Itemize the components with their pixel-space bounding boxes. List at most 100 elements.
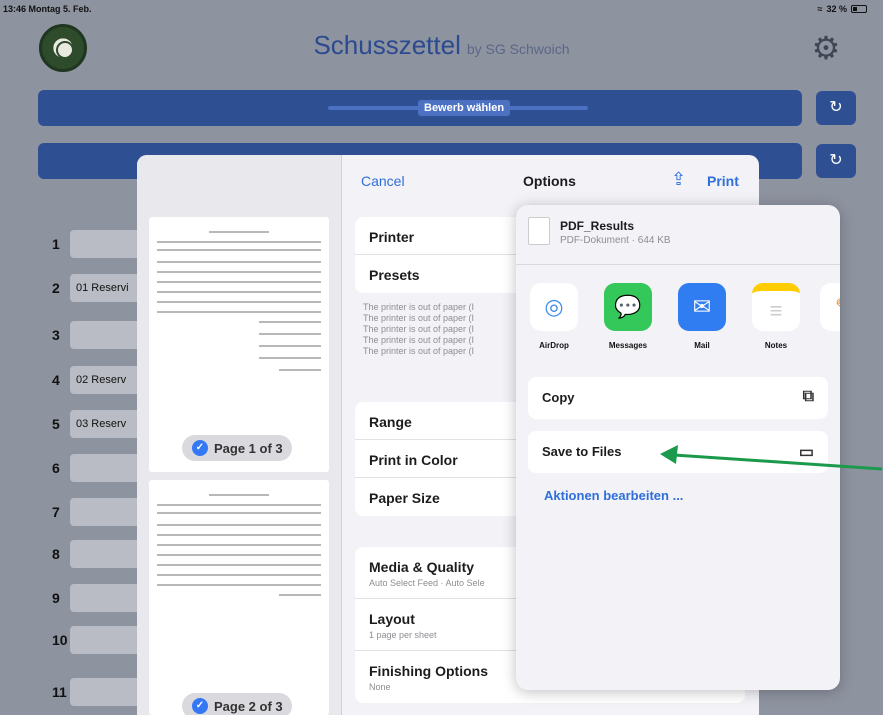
preview-line [157,512,321,514]
row-field[interactable]: 03 Reserv [70,410,140,438]
share-app-label: Messages [608,341,648,350]
checkmark-icon: ✓ [192,440,208,456]
preview-line [157,574,321,576]
row-field[interactable]: 02 Reserv [70,366,140,394]
print-button[interactable]: Print [707,173,739,189]
preview-line [157,524,321,526]
share-app-mail[interactable]: ✉ Mail [674,283,730,350]
share-app-label: Notes [764,341,788,350]
row-number: 5 [52,416,60,432]
preview-line [279,594,321,596]
print-nav-bar: Cancel Options ⇪ Print [343,155,759,205]
finishing-options-label: Finishing Options [369,663,488,679]
row-number: 1 [52,236,60,252]
save-to-files-label: Save to Files [542,444,622,459]
gear-icon[interactable]: ⚙ [810,32,842,64]
row-field[interactable] [70,626,140,654]
printer-warnings: The printer is out of paper (I The print… [363,302,513,357]
mail-icon: ✉ [678,283,726,331]
row-number: 6 [52,460,60,476]
edit-actions-link[interactable]: Aktionen bearbeiten ... [544,488,683,503]
share-app-row: ◎ AirDrop 💬 Messages ✉ Mail ≡ Notes ✎ Fr [516,283,840,363]
list-item[interactable]: 4 02 Reserv [38,362,140,396]
page-2-badge: ✓ Page 2 of 3 [182,693,292,715]
battery-percent: 32 % [826,4,847,14]
preview-line [157,271,321,273]
share-app-airdrop[interactable]: ◎ AirDrop [526,283,582,350]
preview-line [259,321,321,323]
row-number: 4 [52,372,60,388]
list-item[interactable]: 7 [38,494,140,528]
copy-icon: ⧉ [802,388,814,405]
page-preview-1[interactable] [149,217,329,472]
notes-icon: ≡ [752,283,800,331]
list-item[interactable]: 1 [38,226,140,260]
share-app-label: Mail [694,341,710,350]
list-item[interactable]: 2 01 Reservi [38,270,140,304]
row-field[interactable] [70,321,140,349]
row-number: 3 [52,327,60,343]
page-1-label: Page 1 of 3 [214,440,283,456]
row-field[interactable] [70,540,140,568]
list-item[interactable]: 11 [38,674,140,708]
share-app-notes[interactable]: ≡ Notes [748,283,804,350]
cancel-button[interactable]: Cancel [361,173,405,189]
preview-line [209,231,269,233]
document-name: PDF_Results [560,219,635,233]
row-number: 8 [52,546,60,562]
preview-line [259,333,321,335]
battery-indicator: ≈ 32 % [818,4,867,14]
preview-line [259,357,321,359]
share-app-freeform[interactable]: ✎ Fr [816,283,840,350]
page-preview-2[interactable] [149,480,329,715]
share-app-label: Fr [816,341,840,350]
row-field[interactable] [70,454,140,482]
airdrop-icon: ◎ [530,283,578,331]
preview-line [157,504,321,506]
competition-select-bar[interactable]: Bewerb wählen [38,90,802,126]
list-item[interactable]: 9 [38,580,140,614]
copy-button[interactable]: Copy ⧉ [528,377,828,419]
preview-line [157,564,321,566]
row-field[interactable] [70,230,140,258]
preview-line [157,301,321,303]
refresh-icon[interactable]: ↻ [816,91,856,125]
list-item[interactable]: 6 [38,450,140,484]
preview-line [157,311,321,313]
share-app-label: AirDrop [539,341,569,350]
messages-icon: 💬 [604,283,652,331]
row-field[interactable]: 01 Reservi [70,274,140,302]
app-subtitle: by SG Schwoich [466,41,570,57]
checkmark-icon: ✓ [192,698,208,714]
document-meta: PDF-Dokument · 644 KB [560,235,671,246]
warning-line: The printer is out of paper (I [363,302,475,312]
row-field[interactable] [70,584,140,612]
freeform-icon: ✎ [820,283,840,331]
preview-line [157,241,321,243]
share-icon[interactable]: ⇪ [671,169,686,190]
warning-line: The printer is out of paper (I [363,324,475,334]
document-icon [528,217,550,245]
preview-line [157,584,321,586]
row-field[interactable] [70,498,140,526]
preview-line [157,261,321,263]
list-item[interactable]: 5 03 Reserv [38,406,140,440]
copy-label: Copy [542,390,575,405]
preview-line [157,534,321,536]
list-item[interactable]: 10 [38,622,140,656]
warning-line: The printer is out of paper (I [363,346,475,356]
preview-line [157,291,321,293]
preview-line [157,281,321,283]
print-preview-column: ✓ Page 1 of 3 ✓ Page 2 of 3 [137,155,342,715]
preview-line [157,544,321,546]
share-app-messages[interactable]: 💬 Messages [600,283,656,350]
battery-fill [853,7,857,11]
list-item[interactable]: 8 [38,536,140,570]
warning-line: The printer is out of paper (I [363,335,475,345]
options-title: Options [523,173,576,189]
row-number: 2 [52,280,60,296]
list-item[interactable]: 3 [38,317,140,351]
preview-line [209,494,269,496]
refresh-icon[interactable]: ↻ [816,144,856,178]
row-field[interactable] [70,678,140,706]
